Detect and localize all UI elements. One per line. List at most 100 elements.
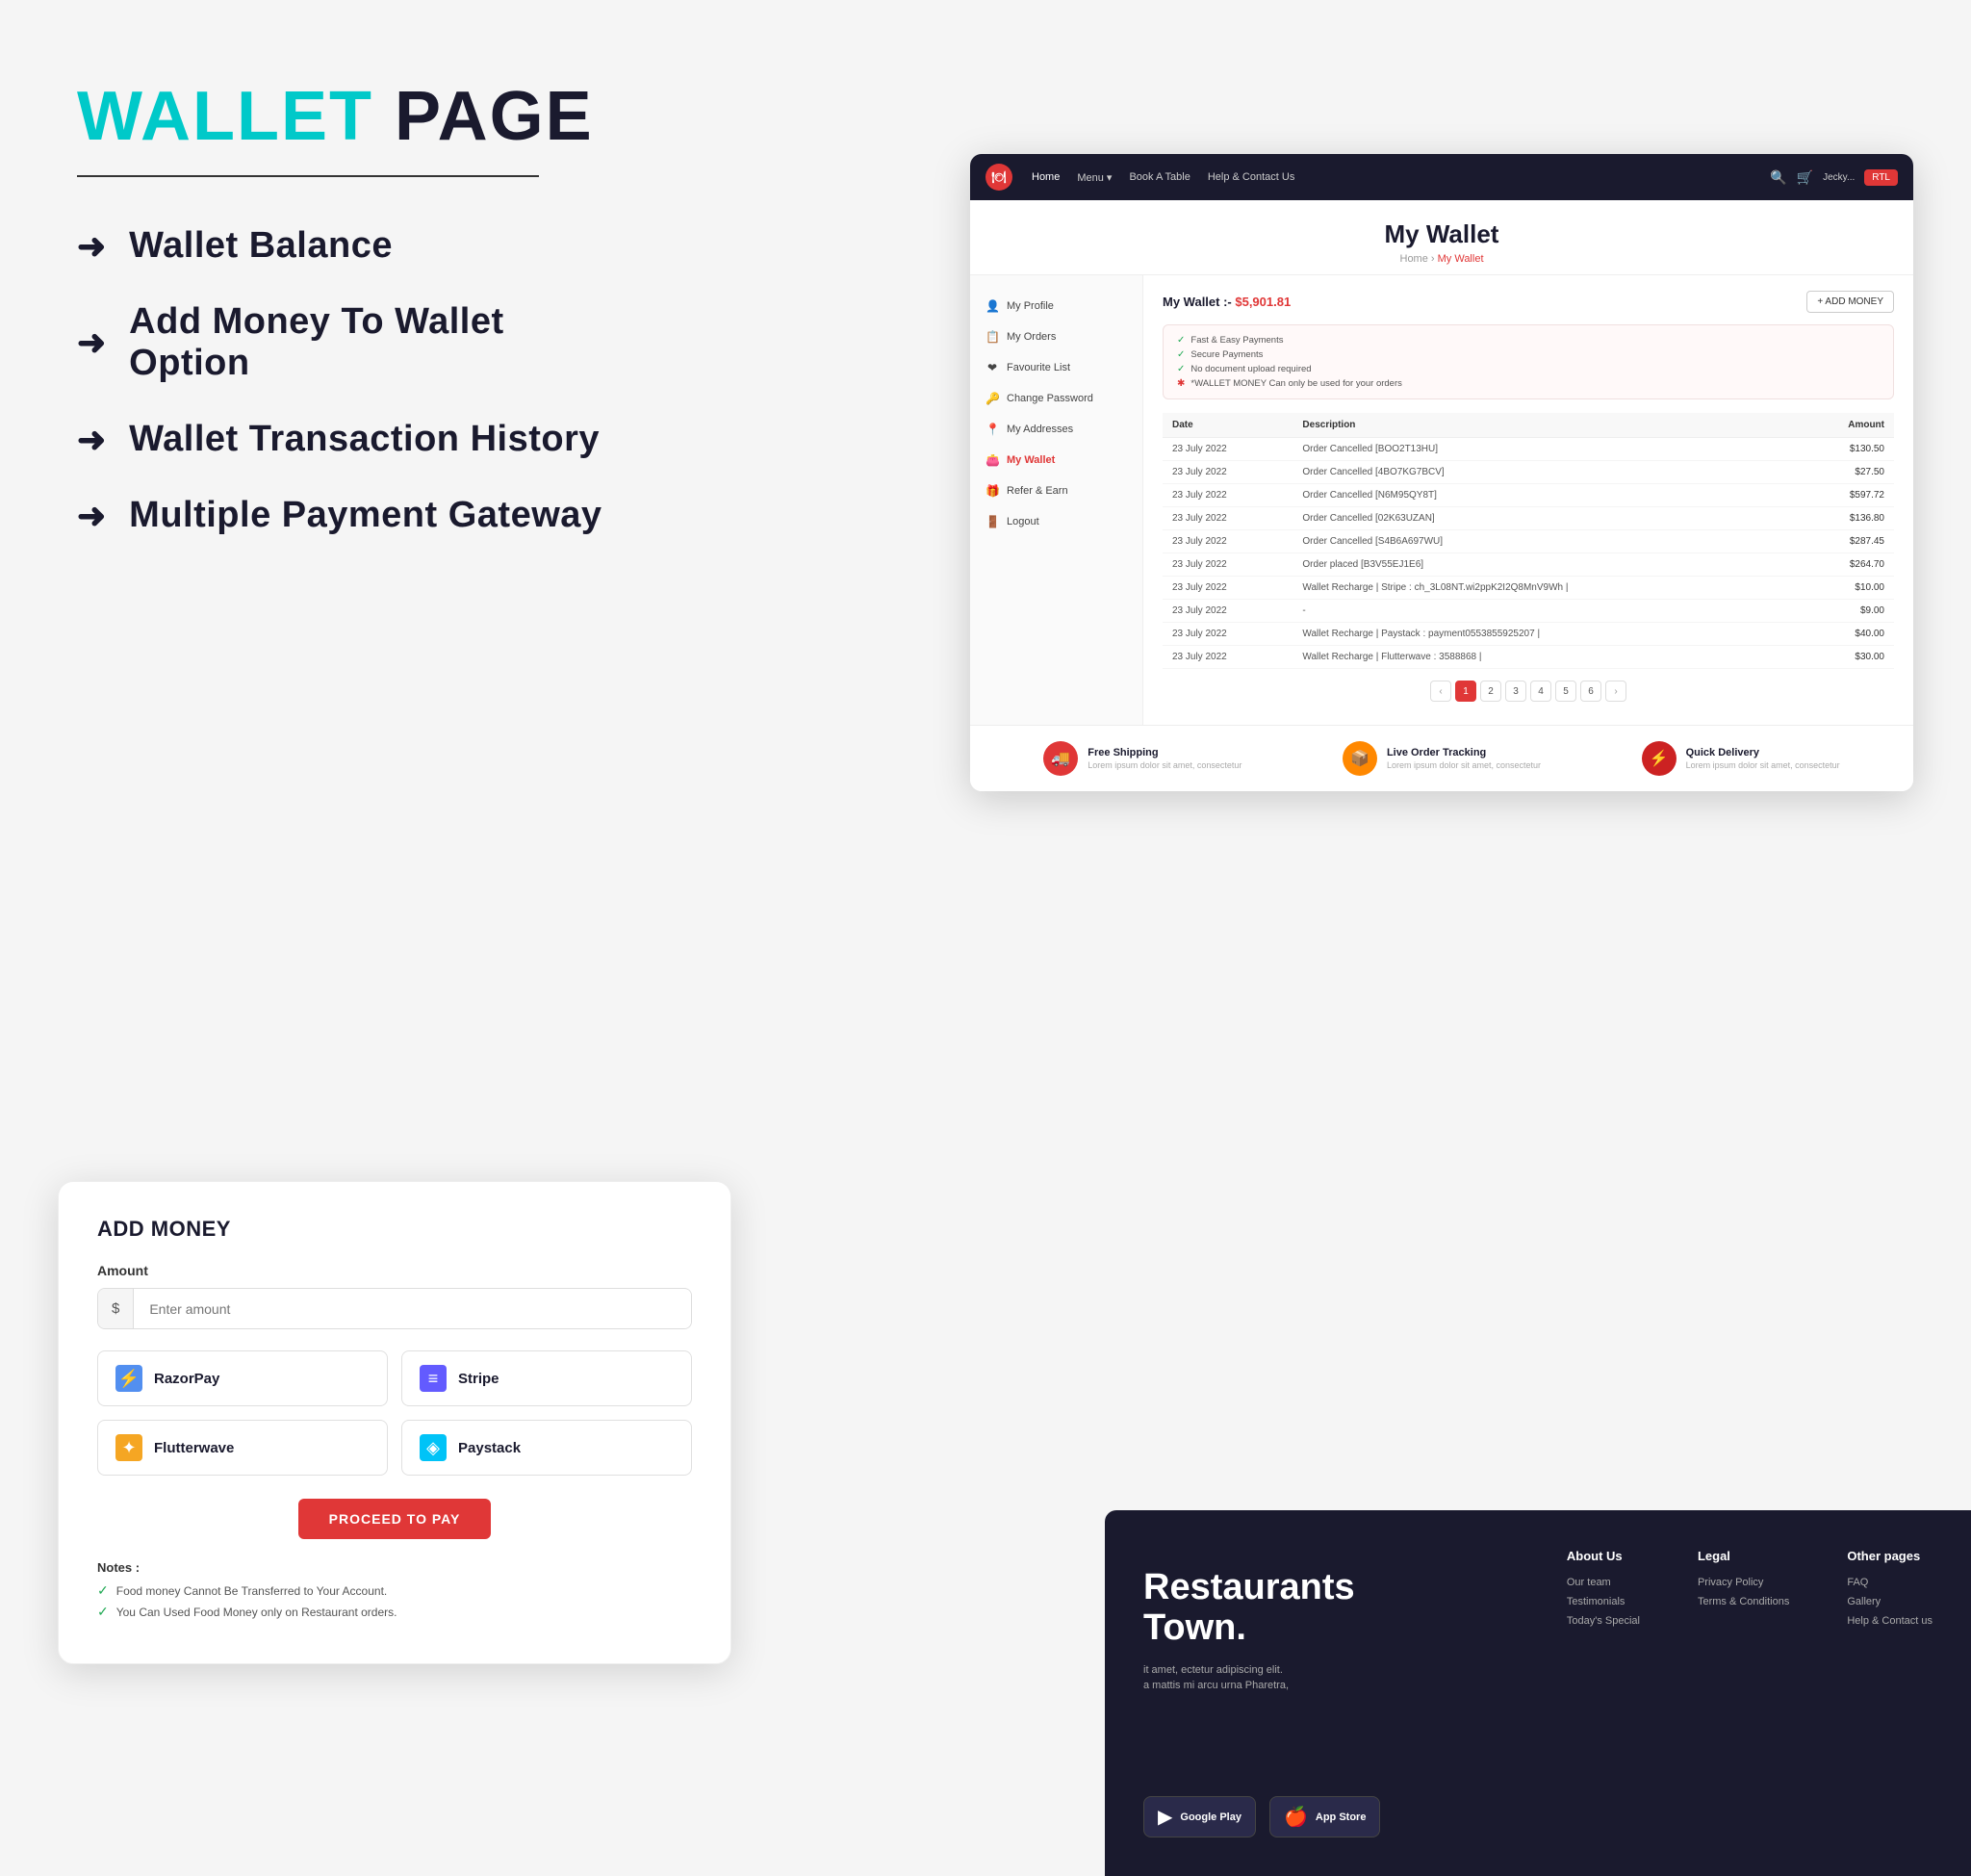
- cell-amount: $30.00: [1796, 646, 1894, 669]
- shipping-icon: 🚚: [1043, 741, 1078, 776]
- page-2[interactable]: 2: [1480, 681, 1501, 702]
- footer-link-our-team[interactable]: Our team: [1567, 1577, 1640, 1588]
- sidebar-item-favourites[interactable]: ❤ Favourite List: [970, 352, 1142, 383]
- breadcrumb: Home › My Wallet: [970, 253, 1913, 265]
- sidebar-item-orders[interactable]: 📋 My Orders: [970, 321, 1142, 352]
- nav-link-menu[interactable]: Menu ▾: [1077, 171, 1112, 184]
- modal-title: ADD MONEY: [97, 1217, 692, 1242]
- sidebar-label-refer: Refer & Earn: [1007, 485, 1068, 497]
- page-6[interactable]: 6: [1580, 681, 1601, 702]
- nav-link-book[interactable]: Book A Table: [1129, 171, 1190, 184]
- table-row: 23 July 2022 Wallet Recharge | Flutterwa…: [1163, 646, 1894, 669]
- sidebar-label-wallet: My Wallet: [1007, 454, 1055, 466]
- col-header-amount: Amount: [1796, 413, 1894, 438]
- cell-description: Order Cancelled [02K63UZAN]: [1293, 507, 1796, 530]
- strip-sub-shipping: Lorem ipsum dolor sit amet, consectetur: [1088, 760, 1241, 770]
- cell-amount: $287.45: [1796, 530, 1894, 553]
- add-money-button[interactable]: + ADD MONEY: [1806, 291, 1894, 313]
- google-play-button[interactable]: ▶ Google Play: [1143, 1796, 1256, 1837]
- cell-date: 23 July 2022: [1163, 646, 1293, 669]
- feature-item-4: ➜ Multiple Payment Gateway: [77, 495, 616, 536]
- cell-amount: $136.80: [1796, 507, 1894, 530]
- footer-hero-title: RestaurantsTown.: [1143, 1568, 1394, 1649]
- wallet-icon: 👛: [986, 453, 999, 467]
- add-money-modal: ADD MONEY Amount $ ⚡ RazorPay ≡ Stripe ✦…: [58, 1181, 731, 1664]
- strip-sub-tracking: Lorem ipsum dolor sit amet, consectetur: [1387, 760, 1541, 770]
- cart-icon[interactable]: 🛒: [1797, 169, 1813, 186]
- paystack-label: Paystack: [458, 1440, 521, 1456]
- footer-columns: About Us Our team Testimonials Today's S…: [1567, 1549, 1933, 1634]
- footer-link-todays-special[interactable]: Today's Special: [1567, 1615, 1640, 1627]
- check-icon-2: ✓: [1177, 349, 1185, 360]
- stripe-label: Stripe: [458, 1371, 499, 1387]
- title-divider: [77, 175, 539, 177]
- sidebar-item-addresses[interactable]: 📍 My Addresses: [970, 414, 1142, 445]
- sidebar-item-password[interactable]: 🔑 Change Password: [970, 383, 1142, 414]
- app-store-label: App Store: [1316, 1812, 1367, 1823]
- table-row: 23 July 2022 Wallet Recharge | Paystack …: [1163, 623, 1894, 646]
- search-icon[interactable]: 🔍: [1770, 169, 1786, 186]
- footer-col-title-legal: Legal: [1698, 1549, 1789, 1563]
- user-name: Jecky...: [1823, 172, 1855, 183]
- payment-option-flutterwave[interactable]: ✦ Flutterwave: [97, 1420, 388, 1476]
- table-header-row: Date Description Amount: [1163, 413, 1894, 438]
- sidebar-item-refer[interactable]: 🎁 Refer & Earn: [970, 475, 1142, 506]
- google-play-icon: ▶: [1158, 1805, 1172, 1829]
- note-text-2: You Can Used Food Money only on Restaura…: [116, 1606, 397, 1619]
- wallet-main: My Wallet :- $5,901.81 + ADD MONEY ✓ Fas…: [1143, 275, 1913, 725]
- sidebar: 👤 My Profile 📋 My Orders ❤ Favourite Lis…: [970, 275, 1143, 725]
- app-store-button[interactable]: 🍎 App Store: [1269, 1796, 1380, 1837]
- balance-amount: $5,901.81: [1235, 295, 1291, 309]
- nav-link-home[interactable]: Home: [1032, 171, 1060, 184]
- cell-description: Order Cancelled [4BO7KG7BCV]: [1293, 461, 1796, 484]
- footer-link-contact[interactable]: Help & Contact us: [1847, 1615, 1933, 1627]
- cell-amount: $9.00: [1796, 600, 1894, 623]
- strip-item-delivery: ⚡ Quick Delivery Lorem ipsum dolor sit a…: [1642, 741, 1840, 776]
- footer-hero-sub: it amet, ectetur adipiscing elit.a matti…: [1143, 1662, 1394, 1694]
- notes-title: Notes :: [97, 1560, 692, 1575]
- profile-button[interactable]: RTL: [1864, 169, 1898, 186]
- pagination: ‹ 1 2 3 4 5 6 ›: [1163, 669, 1894, 709]
- note-check-1: ✓: [97, 1582, 109, 1599]
- sidebar-item-logout[interactable]: 🚪 Logout: [970, 506, 1142, 537]
- payment-option-paystack[interactable]: ◈ Paystack: [401, 1420, 692, 1476]
- dark-footer: RestaurantsTown. it amet, ectetur adipis…: [1105, 1510, 1971, 1876]
- sidebar-item-wallet[interactable]: 👛 My Wallet: [970, 445, 1142, 475]
- page-title: WALLET PAGE: [77, 77, 616, 156]
- footer-link-faq[interactable]: FAQ: [1847, 1577, 1933, 1588]
- page-next[interactable]: ›: [1605, 681, 1626, 702]
- footer-link-privacy[interactable]: Privacy Policy: [1698, 1577, 1789, 1588]
- footer-link-testimonials[interactable]: Testimonials: [1567, 1596, 1640, 1607]
- cell-amount: $264.70: [1796, 553, 1894, 577]
- cell-description: Order placed [B3V55EJ1E6]: [1293, 553, 1796, 577]
- payment-option-razorpay[interactable]: ⚡ RazorPay: [97, 1350, 388, 1406]
- table-row: 23 July 2022 Order Cancelled [S4B6A697WU…: [1163, 530, 1894, 553]
- page-4[interactable]: 4: [1530, 681, 1551, 702]
- sidebar-item-profile[interactable]: 👤 My Profile: [970, 291, 1142, 321]
- cell-amount: $10.00: [1796, 577, 1894, 600]
- nav-link-help[interactable]: Help & Contact Us: [1208, 171, 1294, 184]
- proceed-to-pay-button[interactable]: PROCEED TO PAY: [298, 1499, 491, 1539]
- footer-link-terms[interactable]: Terms & Conditions: [1698, 1596, 1789, 1607]
- flutterwave-label: Flutterwave: [154, 1440, 234, 1456]
- title-normal: PAGE: [373, 78, 594, 155]
- sidebar-label-orders: My Orders: [1007, 331, 1056, 343]
- page-1[interactable]: 1: [1455, 681, 1476, 702]
- location-icon: 📍: [986, 423, 999, 436]
- page-5[interactable]: 5: [1555, 681, 1576, 702]
- page-3[interactable]: 3: [1505, 681, 1526, 702]
- title-highlight: WALLET: [77, 78, 373, 155]
- info-item-2: ✓ Secure Payments: [1177, 349, 1880, 360]
- wallet-header-row: My Wallet :- $5,901.81 + ADD MONEY: [1163, 291, 1894, 313]
- razorpay-logo: ⚡: [115, 1365, 142, 1392]
- paystack-logo: ◈: [420, 1434, 447, 1461]
- feature-item-1: ➜ Wallet Balance: [77, 225, 616, 267]
- amount-input[interactable]: [134, 1290, 691, 1328]
- cell-date: 23 July 2022: [1163, 623, 1293, 646]
- col-header-date: Date: [1163, 413, 1293, 438]
- sidebar-label-password: Change Password: [1007, 393, 1093, 404]
- page-prev[interactable]: ‹: [1430, 681, 1451, 702]
- footer-link-gallery[interactable]: Gallery: [1847, 1596, 1933, 1607]
- feature-text-4: Multiple Payment Gateway: [129, 495, 602, 536]
- payment-option-stripe[interactable]: ≡ Stripe: [401, 1350, 692, 1406]
